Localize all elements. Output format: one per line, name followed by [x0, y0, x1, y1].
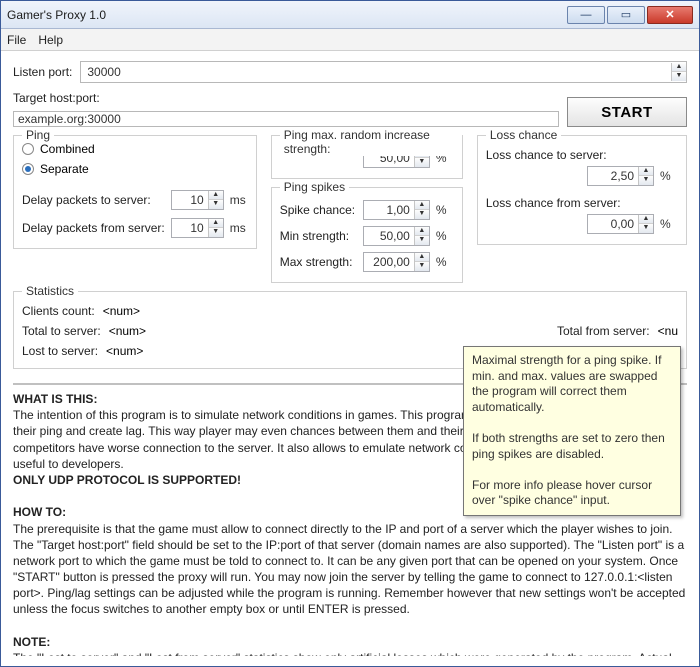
- titlebar: Gamer's Proxy 1.0 — ▭ ✕: [1, 1, 699, 29]
- stats-legend: Statistics: [22, 284, 78, 298]
- loss-legend: Loss chance: [486, 128, 561, 142]
- menubar: File Help: [1, 29, 699, 51]
- pingmax-legend: Ping max. random increase strength:: [280, 128, 462, 156]
- window-title: Gamer's Proxy 1.0: [7, 8, 567, 22]
- target-label: Target host:port:: [13, 91, 559, 105]
- listen-port-input[interactable]: 30000 ▲▼: [80, 61, 687, 83]
- spikes-group: Ping spikes Spike chance: 1,00▲▼ % Min s…: [271, 187, 463, 283]
- delay-from-label: Delay packets from server:: [22, 221, 165, 235]
- spike-min-label: Min strength:: [280, 229, 357, 243]
- stat-lost-to-value: <num>: [106, 344, 143, 358]
- loss-from-input[interactable]: 0,00▲▼: [587, 214, 654, 234]
- spike-chance-label: Spike chance:: [280, 203, 357, 217]
- listen-label: Listen port:: [13, 65, 72, 79]
- radio-combined-dot: [22, 143, 34, 155]
- help-h1: WHAT IS THIS:: [13, 392, 97, 406]
- tooltip: Maximal strength for a ping spike. If mi…: [463, 346, 681, 516]
- listen-spin[interactable]: ▲▼: [671, 63, 686, 81]
- help-p1b: ONLY UDP PROTOCOL IS SUPPORTED!: [13, 473, 241, 487]
- minimize-button[interactable]: —: [567, 6, 605, 24]
- tooltip-p3: For more info please hover cursor over "…: [472, 478, 672, 509]
- stat-total-from-label: Total from server:: [557, 324, 650, 338]
- spike-chance-input[interactable]: 1,00▲▼: [363, 200, 430, 220]
- radio-combined[interactable]: Combined: [22, 142, 248, 156]
- menu-file[interactable]: File: [7, 33, 26, 47]
- close-button[interactable]: ✕: [647, 6, 693, 24]
- radio-combined-label: Combined: [40, 142, 95, 156]
- help-h3: NOTE:: [13, 635, 50, 649]
- target-value: example.org:30000: [18, 112, 121, 126]
- listen-port-value: 30000: [81, 65, 671, 79]
- stat-lost-to-label: Lost to server:: [22, 344, 98, 358]
- ping-group: Ping Combined Separate Delay packets to …: [13, 135, 257, 249]
- delay-to-label: Delay packets to server:: [22, 193, 165, 207]
- app-window: Gamer's Proxy 1.0 — ▭ ✕ File Help Listen…: [0, 0, 700, 667]
- stat-total-to-label: Total to server:: [22, 324, 101, 338]
- ping-legend: Ping: [22, 128, 54, 142]
- menu-help[interactable]: Help: [38, 33, 63, 47]
- radio-separate-label: Separate: [40, 162, 89, 176]
- spike-min-input[interactable]: 50,00▲▼: [363, 226, 430, 246]
- loss-group: Loss chance Loss chance to server: 2,50▲…: [477, 135, 687, 245]
- stat-clients-value: <num>: [103, 304, 140, 318]
- loss-to-label: Loss chance to server:: [486, 148, 607, 162]
- stat-total-to-value: <num>: [109, 324, 146, 338]
- spike-max-label: Max strength:: [280, 255, 357, 269]
- delay-to-input[interactable]: 10▲▼: [171, 190, 224, 210]
- tooltip-p1: Maximal strength for a ping spike. If mi…: [472, 353, 672, 415]
- ms-unit2: ms: [230, 221, 248, 235]
- help-p3: The "Lost to server" and "Lost from serv…: [13, 651, 672, 656]
- stat-clients-label: Clients count:: [22, 304, 95, 318]
- start-button[interactable]: START: [567, 97, 687, 127]
- window-buttons: — ▭ ✕: [567, 6, 693, 24]
- help-h2: HOW TO:: [13, 505, 66, 519]
- spikes-legend: Ping spikes: [280, 180, 349, 194]
- loss-from-label: Loss chance from server:: [486, 196, 621, 210]
- listen-row: Listen port: 30000 ▲▼: [13, 61, 687, 83]
- maximize-button[interactable]: ▭: [607, 6, 645, 24]
- spike-max-input[interactable]: 200,00▲▼: [363, 252, 430, 272]
- radio-separate-dot: [22, 163, 34, 175]
- pingmax-group: Ping max. random increase strength: 50,0…: [271, 135, 463, 179]
- help-p2: The prerequisite is that the game must a…: [13, 522, 685, 617]
- delay-from-input[interactable]: 10▲▼: [171, 218, 224, 238]
- content-area: Listen port: 30000 ▲▼ Target host:port: …: [1, 51, 699, 666]
- tooltip-p2: If both strengths are set to zero then p…: [472, 431, 672, 462]
- ms-unit: ms: [230, 193, 248, 207]
- target-input[interactable]: example.org:30000: [13, 111, 559, 127]
- radio-separate[interactable]: Separate: [22, 162, 248, 176]
- loss-to-input[interactable]: 2,50▲▼: [587, 166, 654, 186]
- stat-total-from-value: <nu: [658, 324, 678, 338]
